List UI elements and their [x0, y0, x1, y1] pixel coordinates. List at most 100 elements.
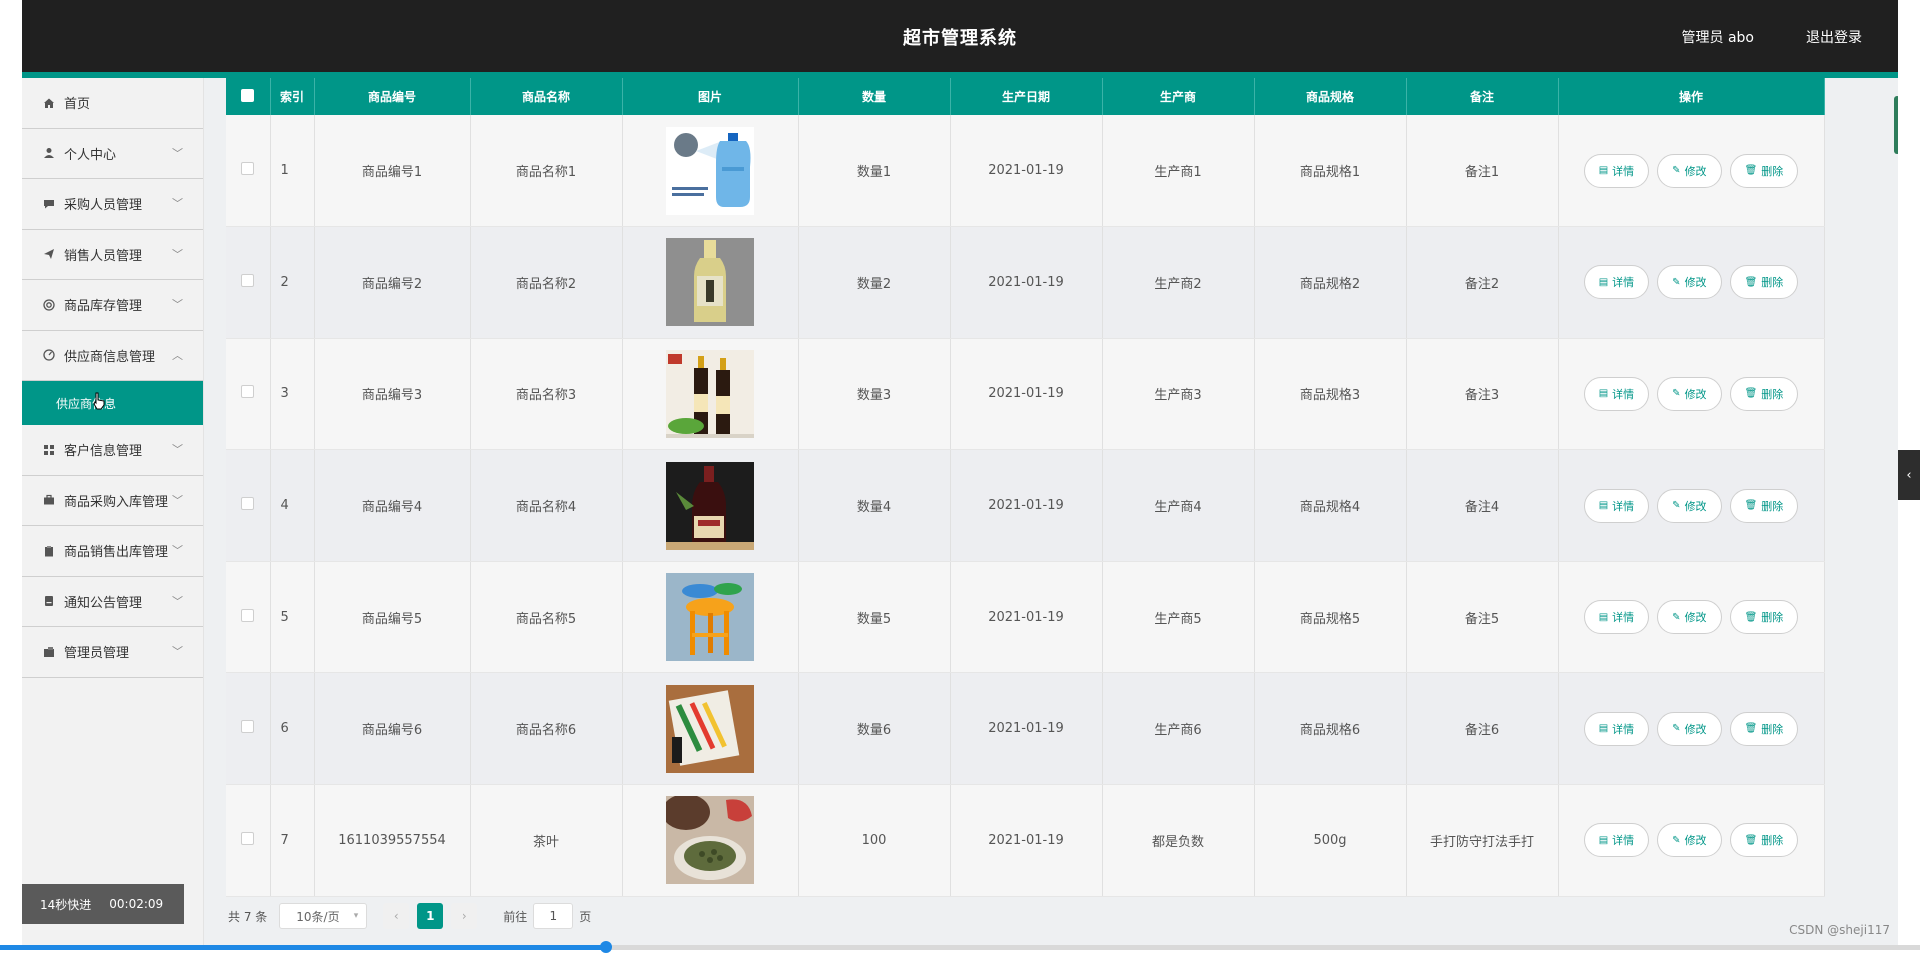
detail-label: 详情 [1612, 276, 1635, 290]
sidebar-item-notices[interactable]: 通知公告管理 ﹀ [22, 577, 203, 627]
delete-button[interactable]: 🗑 删除 [1729, 376, 1799, 411]
edit-button[interactable]: ✎ 修改 [1657, 600, 1722, 635]
sidebar-item-inventory[interactable]: 商品库存管理 ﹀ [22, 280, 203, 331]
edit-label: 修改 [1684, 722, 1707, 736]
document-icon: ▤ [1598, 500, 1609, 512]
row-checkbox[interactable] [241, 720, 255, 734]
video-progress-handle[interactable] [600, 941, 612, 953]
image-cell [622, 226, 799, 339]
product-image [666, 238, 754, 327]
row-checkbox[interactable] [241, 273, 255, 287]
code-cell: 商品编号5 [314, 561, 471, 674]
sidebar-item-customers[interactable]: 客户信息管理 ﹀ [22, 425, 203, 476]
product-image [666, 461, 754, 550]
sidebar-subitem-supplier-info[interactable]: 供应商信息 [22, 381, 203, 425]
maker-cell: 都是负数 [1102, 784, 1255, 897]
code-cell: 商品编号3 [314, 338, 471, 451]
row-checkbox[interactable] [241, 385, 255, 399]
gauge-icon [42, 348, 56, 362]
spec-cell: 商品规格6 [1254, 672, 1407, 786]
goto-suffix: 页 [579, 909, 592, 924]
index-cell: 2 [270, 226, 315, 339]
sidebar-item-personal-center[interactable]: 个人中心 ﹀ [22, 129, 203, 179]
product-image [666, 796, 754, 885]
prev-page-button[interactable]: ‹ [383, 903, 410, 929]
delete-label: 删除 [1761, 276, 1784, 290]
note-cell: 备注5 [1406, 561, 1559, 674]
chat-icon [42, 197, 56, 211]
sidebar-item-sales-staff[interactable]: 销售人员管理 ﹀ [22, 230, 203, 280]
name-cell: 商品名称6 [470, 672, 623, 786]
playback-overlay: 14秒快进 00:02:09 [22, 884, 184, 924]
sidebar-item-sales-outbound[interactable]: 商品销售出库管理 ﹀ [22, 526, 203, 577]
side-panel-toggle[interactable]: ‹ [1898, 450, 1920, 500]
spec-cell: 商品规格3 [1254, 338, 1407, 451]
edit-button[interactable]: ✎ 修改 [1657, 823, 1722, 858]
detail-button[interactable]: ▤ 详情 [1583, 488, 1650, 523]
product-image [666, 126, 754, 215]
maker-cell: 生产商3 [1102, 338, 1255, 451]
sidebar-item-admins[interactable]: 管理员管理 ﹀ [22, 627, 203, 678]
sidebar-item-label: 供应商信息管理 [64, 349, 156, 365]
detail-button[interactable]: ▤ 详情 [1583, 823, 1650, 858]
edit-button[interactable]: ✎ 修改 [1657, 265, 1722, 300]
sidebar-item-home[interactable]: 首页 [22, 78, 203, 129]
edit-button[interactable]: ✎ 修改 [1657, 488, 1722, 523]
goto-page-input[interactable] [533, 903, 574, 929]
next-page-button[interactable]: › [451, 903, 478, 929]
table-row: 5 商品编号5 商品名称5 数量5 2021-01-19 生产商5 商品规格5 备注5 ▤ 详情 ✎… [226, 561, 1825, 674]
edit-button[interactable]: ✎ 修改 [1657, 153, 1722, 188]
sidebar-item-purchasers[interactable]: 采购人员管理 ﹀ [22, 179, 203, 230]
detail-button[interactable]: ▤ 详情 [1583, 600, 1650, 635]
detail-button[interactable]: ▤ 详情 [1583, 376, 1650, 411]
sidebar-item-label: 采购人员管理 [64, 198, 143, 214]
delete-button[interactable]: 🗑 删除 [1729, 711, 1799, 746]
select-all-checkbox[interactable] [241, 88, 255, 102]
delete-button[interactable]: 🗑 删除 [1729, 153, 1799, 188]
edit-label: 修改 [1684, 164, 1707, 178]
fast-forward-label: 14秒快进 [40, 897, 92, 912]
chevron-down-icon: ﹀ [172, 197, 183, 210]
pencil-icon: ✎ [1672, 276, 1681, 288]
document-icon: ▤ [1598, 165, 1609, 177]
sidebar-item-purchase-inbound[interactable]: 商品采购入库管理 ﹀ [22, 476, 203, 526]
edit-label: 修改 [1684, 611, 1707, 625]
delete-button[interactable]: 🗑 删除 [1729, 823, 1799, 858]
actions-cell: ▤ 详情 ✎ 修改 🗑 删除 [1558, 561, 1825, 674]
row-checkbox[interactable] [241, 831, 255, 845]
edit-button[interactable]: ✎ 修改 [1657, 711, 1722, 746]
qty-cell: 数量1 [798, 115, 951, 228]
delete-button[interactable]: 🗑 删除 [1729, 265, 1799, 300]
row-select-cell [226, 672, 271, 786]
detail-button[interactable]: ▤ 详情 [1583, 265, 1650, 300]
page-size-select[interactable]: 10条/页 ▾ [279, 903, 368, 929]
chevron-down-icon: ﹀ [172, 594, 183, 608]
send-icon [42, 247, 56, 261]
edit-button[interactable]: ✎ 修改 [1657, 376, 1722, 411]
actions-cell: ▤ 详情 ✎ 修改 🗑 删除 [1558, 338, 1825, 451]
page-button-current[interactable]: 1 [417, 903, 444, 929]
delete-button[interactable]: 🗑 删除 [1729, 600, 1799, 635]
maker-cell: 生产商4 [1102, 449, 1255, 562]
sidebar-item-label: 个人中心 [64, 147, 117, 163]
grid-icon [42, 443, 56, 457]
document-icon: ▤ [1598, 276, 1609, 288]
goto-page: 前往 页 [503, 903, 591, 929]
table-row: 6 商品编号6 商品名称6 数量6 2021-01-19 生产商6 商品规格6 备注6 ▤ 详情 ✎… [226, 672, 1825, 786]
row-checkbox[interactable] [241, 608, 255, 622]
sidebar-item-label: 客户信息管理 [64, 444, 143, 460]
row-checkbox[interactable] [241, 497, 255, 511]
spec-cell: 商品规格5 [1254, 561, 1407, 674]
sidebar-item-suppliers[interactable]: 供应商信息管理 ︿ [22, 331, 203, 381]
column-header: 生产商 [1102, 78, 1255, 115]
row-checkbox[interactable] [241, 162, 255, 176]
logout-button[interactable]: 退出登录 [1806, 27, 1862, 47]
vertical-scrollbar[interactable] [1894, 96, 1898, 154]
delete-button[interactable]: 🗑 删除 [1729, 488, 1799, 523]
index-cell: 3 [270, 338, 315, 451]
mouse-cursor-icon [92, 392, 108, 412]
chevron-down-icon: ﹀ [172, 443, 183, 456]
detail-button[interactable]: ▤ 详情 [1583, 711, 1650, 746]
detail-button[interactable]: ▤ 详情 [1583, 153, 1650, 188]
name-cell: 商品名称3 [470, 338, 623, 451]
